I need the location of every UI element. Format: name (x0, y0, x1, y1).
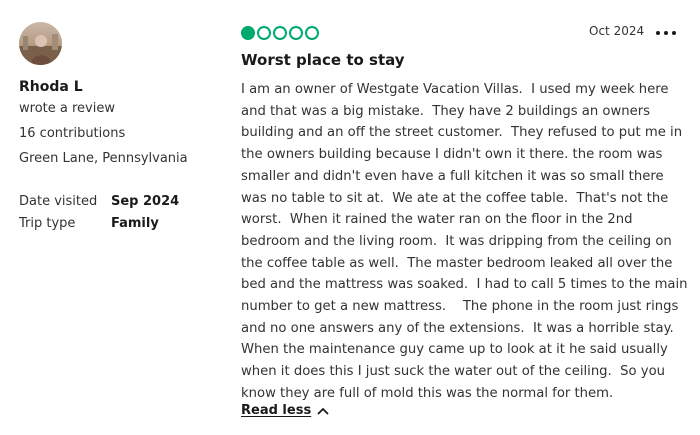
review-body-line: the coffee table as well. The master bed… (241, 255, 673, 271)
review-title: Worst place to stay (241, 51, 405, 69)
rating-bubble-empty (305, 26, 319, 40)
ellipsis-dot (664, 31, 668, 35)
rating-bubble-empty (289, 26, 303, 40)
avatar[interactable] (19, 22, 62, 65)
review-body-line: know they are full of mold this was the … (241, 385, 614, 401)
date-visited-value: Sep 2024 (111, 194, 180, 209)
date-visited-label: Date visited (19, 194, 98, 209)
review-body-line: bed and the mattress was soaked. I had t… (241, 277, 688, 293)
review-body-line: When the maintenance guy came up to look… (241, 342, 668, 358)
read-less-button[interactable]: Read less (241, 403, 329, 418)
read-less-label: Read less (241, 403, 312, 418)
author-name[interactable]: Rhoda L (19, 79, 83, 95)
review-date: Oct 2024 (589, 24, 645, 38)
review-body: I am an owner of Westgate Vacation Villa… (241, 79, 688, 405)
review-body-line: building and an off the street customer.… (241, 125, 683, 141)
contributions-count: 16 contributions (19, 126, 126, 141)
review-body-line: when it does this I just suck the water … (241, 364, 665, 380)
rating-bubble-empty (257, 26, 271, 40)
review-card: Rhoda L wrote a review 16 contributions … (0, 0, 700, 435)
review-action-text: wrote a review (19, 101, 115, 116)
ellipsis-horizontal-icon (656, 31, 660, 35)
trip-type-label: Trip type (19, 216, 76, 231)
review-body-line: the owners building because I didn't own… (241, 147, 663, 163)
rating-bubbles (241, 26, 319, 40)
trip-type-value: Family (111, 216, 159, 231)
review-body-line: smaller and didn't even have a full kitc… (241, 168, 664, 184)
review-body-line: bedroom and the living room. It was drip… (241, 233, 672, 249)
review-body-line: worst. When it rained the water ran on t… (241, 212, 633, 228)
review-body-line: number to get a new mattress. The phone … (241, 299, 679, 315)
review-body-line: and that was a big mistake. They have 2 … (241, 103, 651, 119)
review-body-line: was no table to sit at. We ate at the co… (241, 190, 669, 206)
author-location: Green Lane, Pennsylvania (19, 151, 188, 166)
more-options-button[interactable] (656, 26, 676, 40)
review-body-line: and no one answers any of the extensions… (241, 320, 674, 336)
review-body-line: I am an owner of Westgate Vacation Villa… (241, 82, 669, 97)
rating-bubble-empty (273, 26, 287, 40)
rating-bubble-filled (241, 26, 255, 40)
chevron-up-icon (317, 407, 329, 415)
ellipsis-dot (672, 31, 676, 35)
